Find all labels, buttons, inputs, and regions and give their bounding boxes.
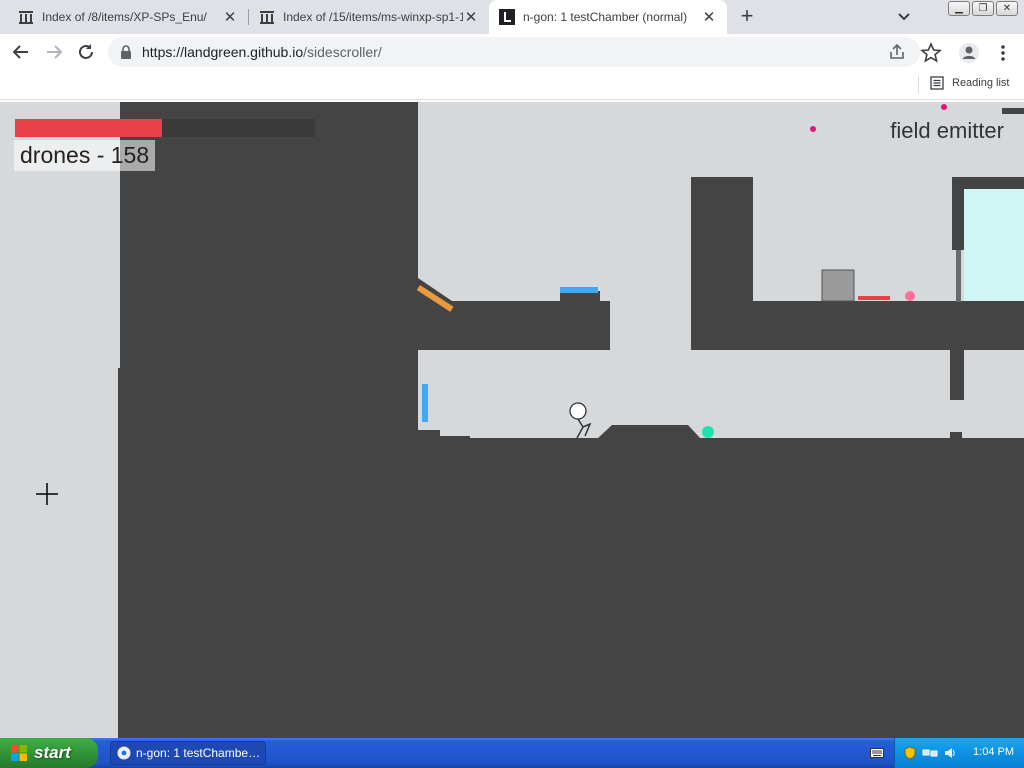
block-blue-top — [560, 287, 598, 293]
tab-xp-sps[interactable]: Index of /8/items/XP-SPs_Enu/ ✕ — [8, 0, 248, 34]
mob-count-label: drones - 158 — [14, 140, 156, 171]
reload-button[interactable] — [74, 40, 98, 64]
close-tab-icon[interactable]: ✕ — [463, 9, 479, 26]
powerup-teal — [702, 426, 714, 438]
tab-title: Index of /15/items/ms-winxp-sp1-1( — [283, 10, 463, 24]
tab-winxp-sp1[interactable]: Index of /15/items/ms-winxp-sp1-1( ✕ — [249, 0, 489, 34]
clock: 1:04 PM — [973, 746, 1014, 758]
bookmarks-separator — [918, 76, 919, 94]
reading-list-icon — [930, 76, 944, 90]
archive-icon — [260, 11, 274, 24]
taskbar-item-chrome[interactable]: n-gon: 1 testChambe… — [110, 741, 266, 765]
forward-arrow-icon — [47, 45, 63, 59]
url-path: /sidescroller/ — [303, 44, 382, 60]
map-door-rod — [956, 250, 961, 302]
network-icon[interactable] — [922, 746, 938, 760]
player — [569, 402, 592, 439]
drone — [941, 104, 947, 110]
url-host: https://landgreen.github.io — [142, 44, 304, 60]
forward-button[interactable] — [42, 40, 66, 64]
share-icon[interactable] — [888, 43, 906, 61]
map-ground — [414, 425, 1024, 738]
close-window-button[interactable]: ✕ — [996, 1, 1018, 16]
new-tab-button[interactable]: + — [735, 5, 759, 29]
bookmark-star-icon[interactable] — [920, 42, 942, 64]
tab-strip: Index of /8/items/XP-SPs_Enu/ ✕ Index of… — [0, 0, 1024, 34]
kebab-menu-icon[interactable] — [992, 42, 1014, 64]
start-label: start — [34, 743, 71, 762]
drone — [810, 126, 816, 132]
tab-title: Index of /8/items/XP-SPs_Enu/ — [42, 10, 207, 24]
tab-ngon[interactable]: n-gon: 1 testChamber (normal) ✕ — [489, 0, 727, 34]
minimize-button[interactable]: ▁ — [948, 1, 970, 16]
tab-search-icon[interactable] — [893, 7, 915, 27]
map-top-right-bar — [1002, 108, 1024, 114]
portal-window — [964, 189, 1024, 301]
block-blue-side — [422, 384, 428, 422]
archive-icon — [19, 11, 33, 24]
reading-list-label: Reading list — [952, 77, 1010, 89]
map-vertical-rail — [950, 350, 964, 400]
powerup-pink — [905, 291, 915, 301]
url-text: https://landgreen.github.io/sidescroller… — [142, 44, 382, 60]
crosshair-cursor-icon — [36, 483, 58, 505]
close-tab-icon[interactable]: ✕ — [222, 9, 238, 26]
map-pillar — [691, 177, 753, 307]
address-bar[interactable]: https://landgreen.github.io/sidescroller… — [108, 37, 920, 67]
browser-toolbar: https://landgreen.github.io/sidescroller… — [0, 34, 1024, 70]
map-ledge-right — [691, 301, 1024, 350]
landgreen-icon — [499, 9, 515, 25]
volume-icon[interactable] — [943, 746, 957, 760]
back-arrow-icon — [12, 45, 28, 59]
game-canvas[interactable]: drones - 158 field emitter — [0, 102, 1024, 738]
game-map — [36, 102, 1024, 738]
chrome-icon — [117, 746, 131, 760]
restore-button[interactable]: ❐ — [972, 1, 994, 16]
taskbar-item-label: n-gon: 1 testChambe… — [136, 746, 261, 760]
lock-icon[interactable] — [120, 45, 132, 59]
keyboard-icon[interactable] — [870, 747, 884, 759]
reload-icon — [79, 44, 93, 59]
back-button[interactable] — [9, 40, 33, 64]
security-shield-icon[interactable] — [903, 746, 917, 760]
reading-list-button[interactable]: Reading list — [930, 76, 1009, 90]
block-red — [858, 296, 890, 300]
profile-avatar-icon[interactable] — [958, 42, 980, 64]
health-bar-fill — [15, 119, 162, 137]
taskbar: start n-gon: 1 testChambe… 1:04 PM — [0, 738, 1024, 768]
start-button[interactable]: start — [0, 738, 98, 768]
field-label: field emitter — [890, 118, 1004, 143]
block-gray — [821, 269, 855, 302]
window-controls: ▁ ❐ ✕ — [948, 1, 1018, 16]
bookmarks-bar: Reading list — [0, 70, 1024, 100]
tab-title: n-gon: 1 testChamber (normal) — [523, 10, 688, 24]
close-tab-icon[interactable]: ✕ — [701, 9, 717, 26]
windows-logo-icon — [11, 745, 27, 761]
